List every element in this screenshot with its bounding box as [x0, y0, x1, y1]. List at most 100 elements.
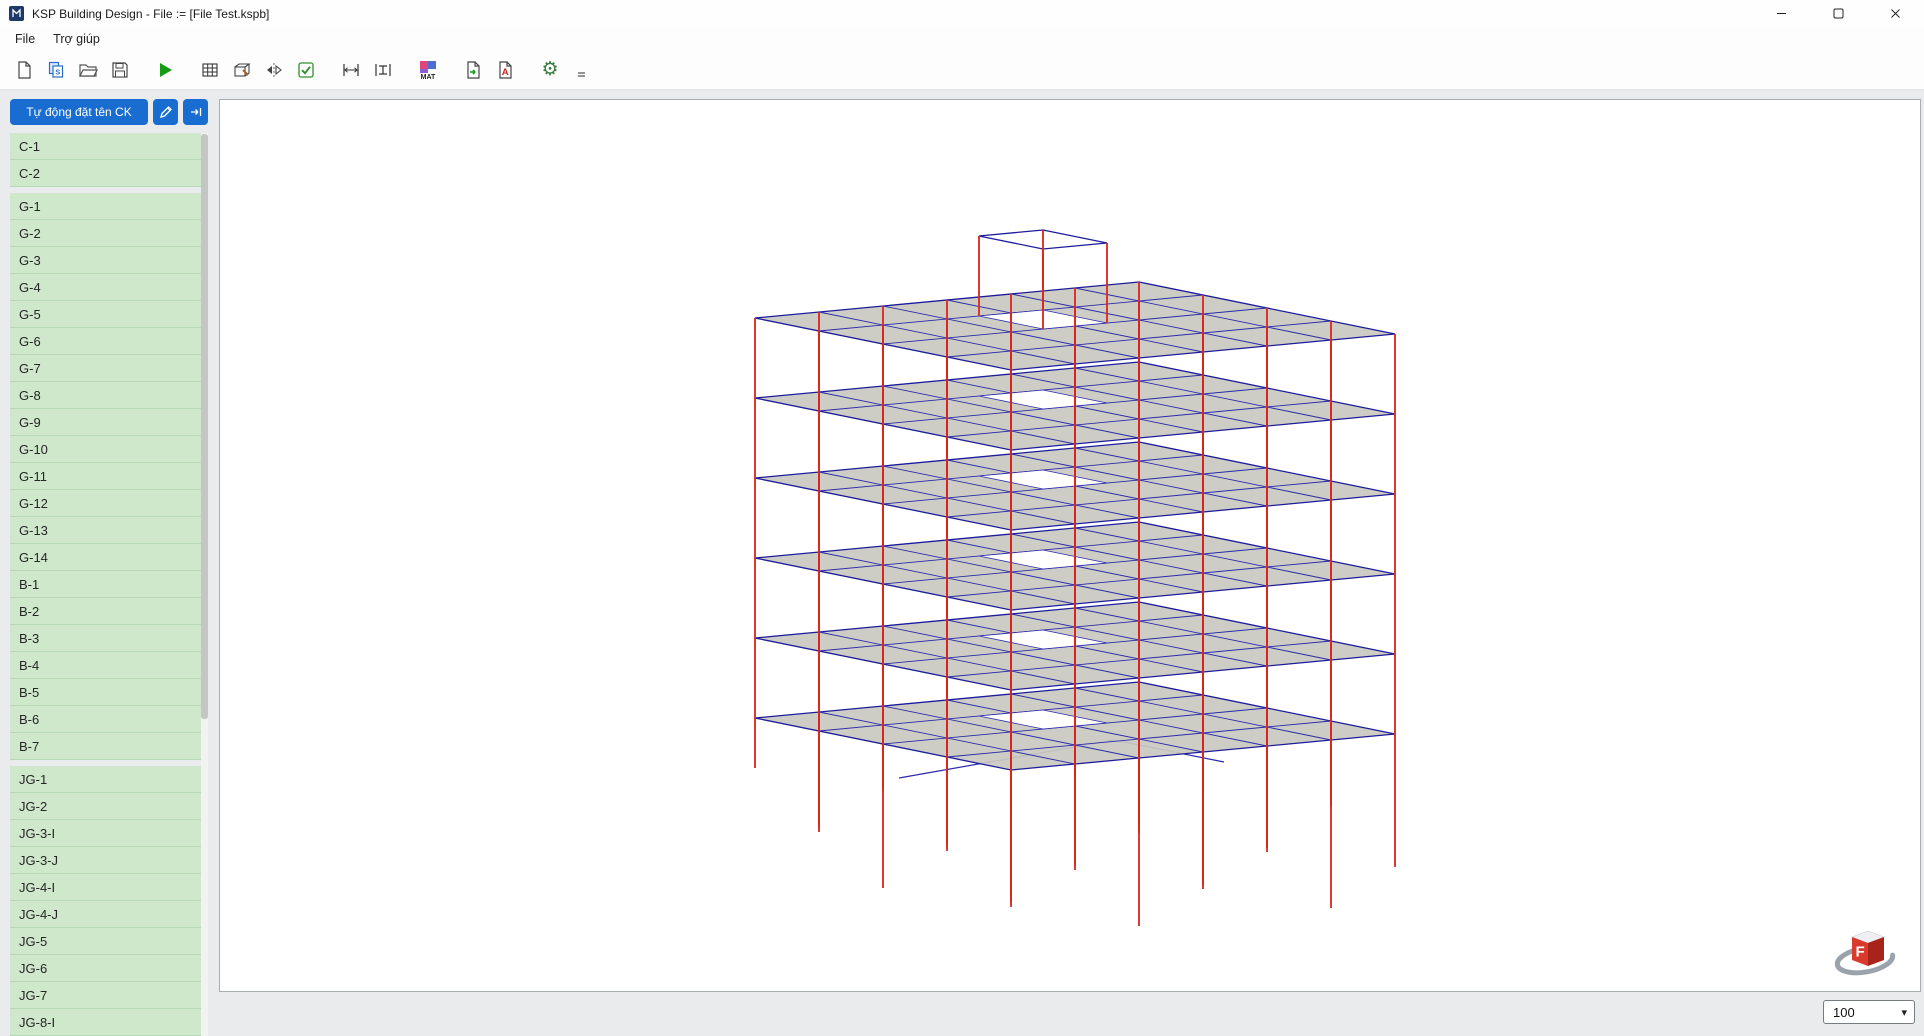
- pencil-icon: [159, 105, 173, 119]
- toolbar-separator: [401, 56, 410, 84]
- toolbar-separator: [324, 56, 333, 84]
- save-file-icon: [110, 60, 130, 80]
- mirror-icon: [264, 60, 284, 80]
- new-file-icon: [14, 60, 34, 80]
- zoom-select[interactable]: 100 ▾: [1823, 1000, 1915, 1024]
- svg-text:A: A: [502, 67, 509, 78]
- export-doc-icon: [463, 60, 483, 80]
- report-document-button[interactable]: A: [491, 56, 519, 84]
- svg-text:F: F: [1856, 944, 1865, 961]
- member-list-item[interactable]: G-9: [10, 409, 208, 436]
- settings-icon: ⚙: [541, 60, 558, 79]
- window-controls: [1753, 0, 1924, 27]
- member-list-item[interactable]: JG-7: [10, 982, 208, 1009]
- grid-table-icon: [200, 60, 220, 80]
- app-icon: [9, 6, 24, 21]
- member-list-item[interactable]: B-1: [10, 571, 208, 598]
- member-list-item[interactable]: C-1: [10, 133, 208, 160]
- check-model-icon: [296, 60, 316, 80]
- member-list-item[interactable]: G-1: [10, 193, 208, 220]
- member-group-girders-beams: G-1G-2G-3G-4G-5G-6G-7G-8G-9G-10G-11G-12G…: [10, 193, 208, 760]
- close-button[interactable]: [1867, 0, 1924, 27]
- member-list-item[interactable]: JG-3-J: [10, 847, 208, 874]
- materials-button[interactable]: MAT: [414, 56, 442, 84]
- member-list-item[interactable]: B-4: [10, 652, 208, 679]
- section-dimension-button[interactable]: [369, 56, 397, 84]
- member-list-item[interactable]: JG-6: [10, 955, 208, 982]
- sidebar-scrollbar-thumb[interactable]: [201, 134, 208, 719]
- toolbar-separator: [183, 56, 192, 84]
- frame-model-button[interactable]: [228, 56, 256, 84]
- mirror-button[interactable]: [260, 56, 288, 84]
- menu-item-file[interactable]: File: [6, 29, 44, 49]
- member-list-item[interactable]: JG-1: [10, 766, 208, 793]
- member-list-item[interactable]: JG-4-J: [10, 901, 208, 928]
- menu-item-help[interactable]: Trợ giúp: [44, 29, 109, 49]
- member-list-item[interactable]: B-7: [10, 733, 208, 760]
- member-list-item[interactable]: B-6: [10, 706, 208, 733]
- member-list-item[interactable]: JG-4-I: [10, 874, 208, 901]
- svg-text:MAT: MAT: [421, 74, 436, 81]
- toolbar-separator: [523, 56, 532, 84]
- title-bar: KSP Building Design - File := [File Test…: [0, 0, 1924, 27]
- member-list-item[interactable]: JG-3-I: [10, 820, 208, 847]
- arrow-to-bar-icon: [189, 105, 203, 119]
- open-file-icon: [78, 60, 98, 80]
- toolbar-separator: [138, 56, 147, 84]
- member-list-item[interactable]: G-7: [10, 355, 208, 382]
- model-viewport[interactable]: F: [219, 99, 1921, 992]
- member-list-item[interactable]: G-13: [10, 517, 208, 544]
- member-group-columns: C-1C-2: [10, 133, 208, 187]
- window-title: KSP Building Design - File := [File Test…: [32, 7, 269, 21]
- member-list-item[interactable]: G-4: [10, 274, 208, 301]
- check-model-button[interactable]: [292, 56, 320, 84]
- report-doc-icon: A: [495, 60, 515, 80]
- maximize-button[interactable]: [1810, 0, 1867, 27]
- settings-button[interactable]: ⚙: [536, 56, 564, 84]
- zoom-value: 100: [1833, 1005, 1855, 1020]
- app-logo: F: [1832, 919, 1898, 979]
- run-analysis-icon: [155, 60, 175, 80]
- dimension-icon: [341, 60, 361, 80]
- member-list-item[interactable]: G-11: [10, 463, 208, 490]
- member-list-item[interactable]: JG-8-I: [10, 1009, 208, 1036]
- chevron-down-icon: ▾: [1901, 1006, 1907, 1019]
- member-list-item[interactable]: G-2: [10, 220, 208, 247]
- overflow-icon: [576, 60, 588, 80]
- member-list-item[interactable]: B-2: [10, 598, 208, 625]
- save-file-button[interactable]: [106, 56, 134, 84]
- toggle-panel-button[interactable]: [183, 99, 208, 125]
- member-list-item[interactable]: G-6: [10, 328, 208, 355]
- minimize-button[interactable]: [1753, 0, 1810, 27]
- section-dimension-icon: [373, 60, 393, 80]
- dimension-button[interactable]: [337, 56, 365, 84]
- member-list-item[interactable]: G-3: [10, 247, 208, 274]
- member-group-joint-girders: JG-1JG-2JG-3-IJG-3-JJG-4-IJG-4-JJG-5JG-6…: [10, 766, 208, 1036]
- materials-icon: MAT: [417, 59, 439, 81]
- member-list-item[interactable]: G-14: [10, 544, 208, 571]
- member-list-item[interactable]: JG-2: [10, 793, 208, 820]
- rename-button[interactable]: [153, 99, 178, 125]
- sidebar-scrollbar[interactable]: [201, 133, 208, 1036]
- copy-model-button[interactable]: S: [42, 56, 70, 84]
- member-list-item[interactable]: C-2: [10, 160, 208, 187]
- member-list-item[interactable]: B-5: [10, 679, 208, 706]
- new-file-button[interactable]: [10, 56, 38, 84]
- member-list-item[interactable]: G-10: [10, 436, 208, 463]
- toolbar-overflow-button[interactable]: [568, 56, 596, 84]
- main-toolbar: S MAT A ⚙: [0, 50, 1924, 90]
- auto-name-button[interactable]: Tự động đặt tên CK: [10, 99, 148, 125]
- copy-model-icon: S: [46, 60, 66, 80]
- member-list-item[interactable]: G-12: [10, 490, 208, 517]
- run-analysis-button[interactable]: [151, 56, 179, 84]
- workspace: Tự động đặt tên CK C-1C-2 G-1G-2G-3G-4G-5…: [0, 90, 1924, 1036]
- member-list-item[interactable]: G-5: [10, 301, 208, 328]
- menu-bar: FileTrợ giúp: [0, 27, 1924, 50]
- member-list-item[interactable]: JG-5: [10, 928, 208, 955]
- open-file-button[interactable]: [74, 56, 102, 84]
- member-list-item[interactable]: G-8: [10, 382, 208, 409]
- building-model-drawing: [220, 100, 1920, 991]
- export-document-button[interactable]: [459, 56, 487, 84]
- grid-table-button[interactable]: [196, 56, 224, 84]
- member-list-item[interactable]: B-3: [10, 625, 208, 652]
